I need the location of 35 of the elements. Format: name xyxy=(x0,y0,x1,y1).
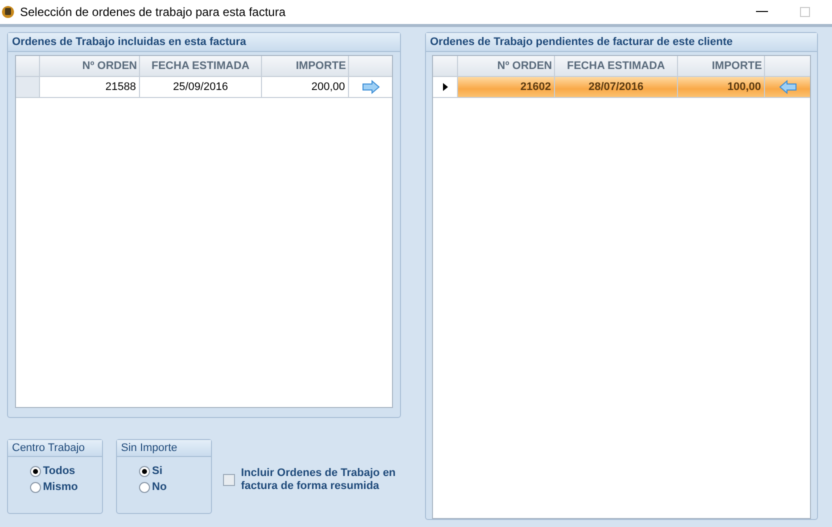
maximize-icon[interactable] xyxy=(800,7,810,17)
radio-button[interactable] xyxy=(139,482,150,492)
window-title: Selección de ordenes de trabajo para esta factura xyxy=(20,4,286,21)
group-title: Sin Importe xyxy=(117,440,211,457)
table-cell: 25/09/2016 xyxy=(140,77,262,97)
table-row[interactable]: 21588 25/09/2016 200,00 xyxy=(16,77,392,98)
table-row[interactable]: 21602 28/07/2016 100,00 xyxy=(433,77,810,98)
column-header[interactable]: FECHA ESTIMADA xyxy=(140,56,262,76)
radio-label: Todos xyxy=(43,464,76,479)
radio-button[interactable] xyxy=(30,482,41,492)
radio-button[interactable] xyxy=(139,466,150,476)
checkbox[interactable] xyxy=(223,474,235,486)
radio-label: Si xyxy=(152,464,162,479)
table-cell: 100,00 xyxy=(678,77,765,97)
table-cell: 21602 xyxy=(458,77,555,97)
radio-label: No xyxy=(152,480,167,495)
table-cell: 200,00 xyxy=(262,77,349,97)
column-header[interactable]: Nº ORDEN xyxy=(40,56,140,76)
left-arrow-icon xyxy=(778,80,796,94)
column-header[interactable]: IMPORTE xyxy=(678,56,765,76)
panel-title: Ordenes de Trabajo pendientes de facturar de este cliente xyxy=(426,33,817,52)
column-header[interactable]: FECHA ESTIMADA xyxy=(555,56,678,76)
column-header[interactable]: Nº ORDEN xyxy=(458,56,555,76)
column-header[interactable]: IMPORTE xyxy=(262,56,349,76)
radio-label: Mismo xyxy=(43,480,78,495)
current-row-icon xyxy=(442,83,448,91)
panel-title: Ordenes de Trabajo incluidas en esta factura xyxy=(8,33,400,52)
group-title: Centro Trabajo xyxy=(8,440,102,457)
checkbox-label: Incluir Ordenes de Trabajo en factura de forma resumida xyxy=(241,467,397,493)
table-cell: 28/07/2016 xyxy=(555,77,678,97)
radio-button[interactable] xyxy=(30,466,41,476)
right-arrow-icon xyxy=(362,80,380,94)
table-cell: 21588 xyxy=(40,77,140,97)
minimize-icon[interactable] xyxy=(756,11,768,13)
app-icon xyxy=(1,5,15,19)
